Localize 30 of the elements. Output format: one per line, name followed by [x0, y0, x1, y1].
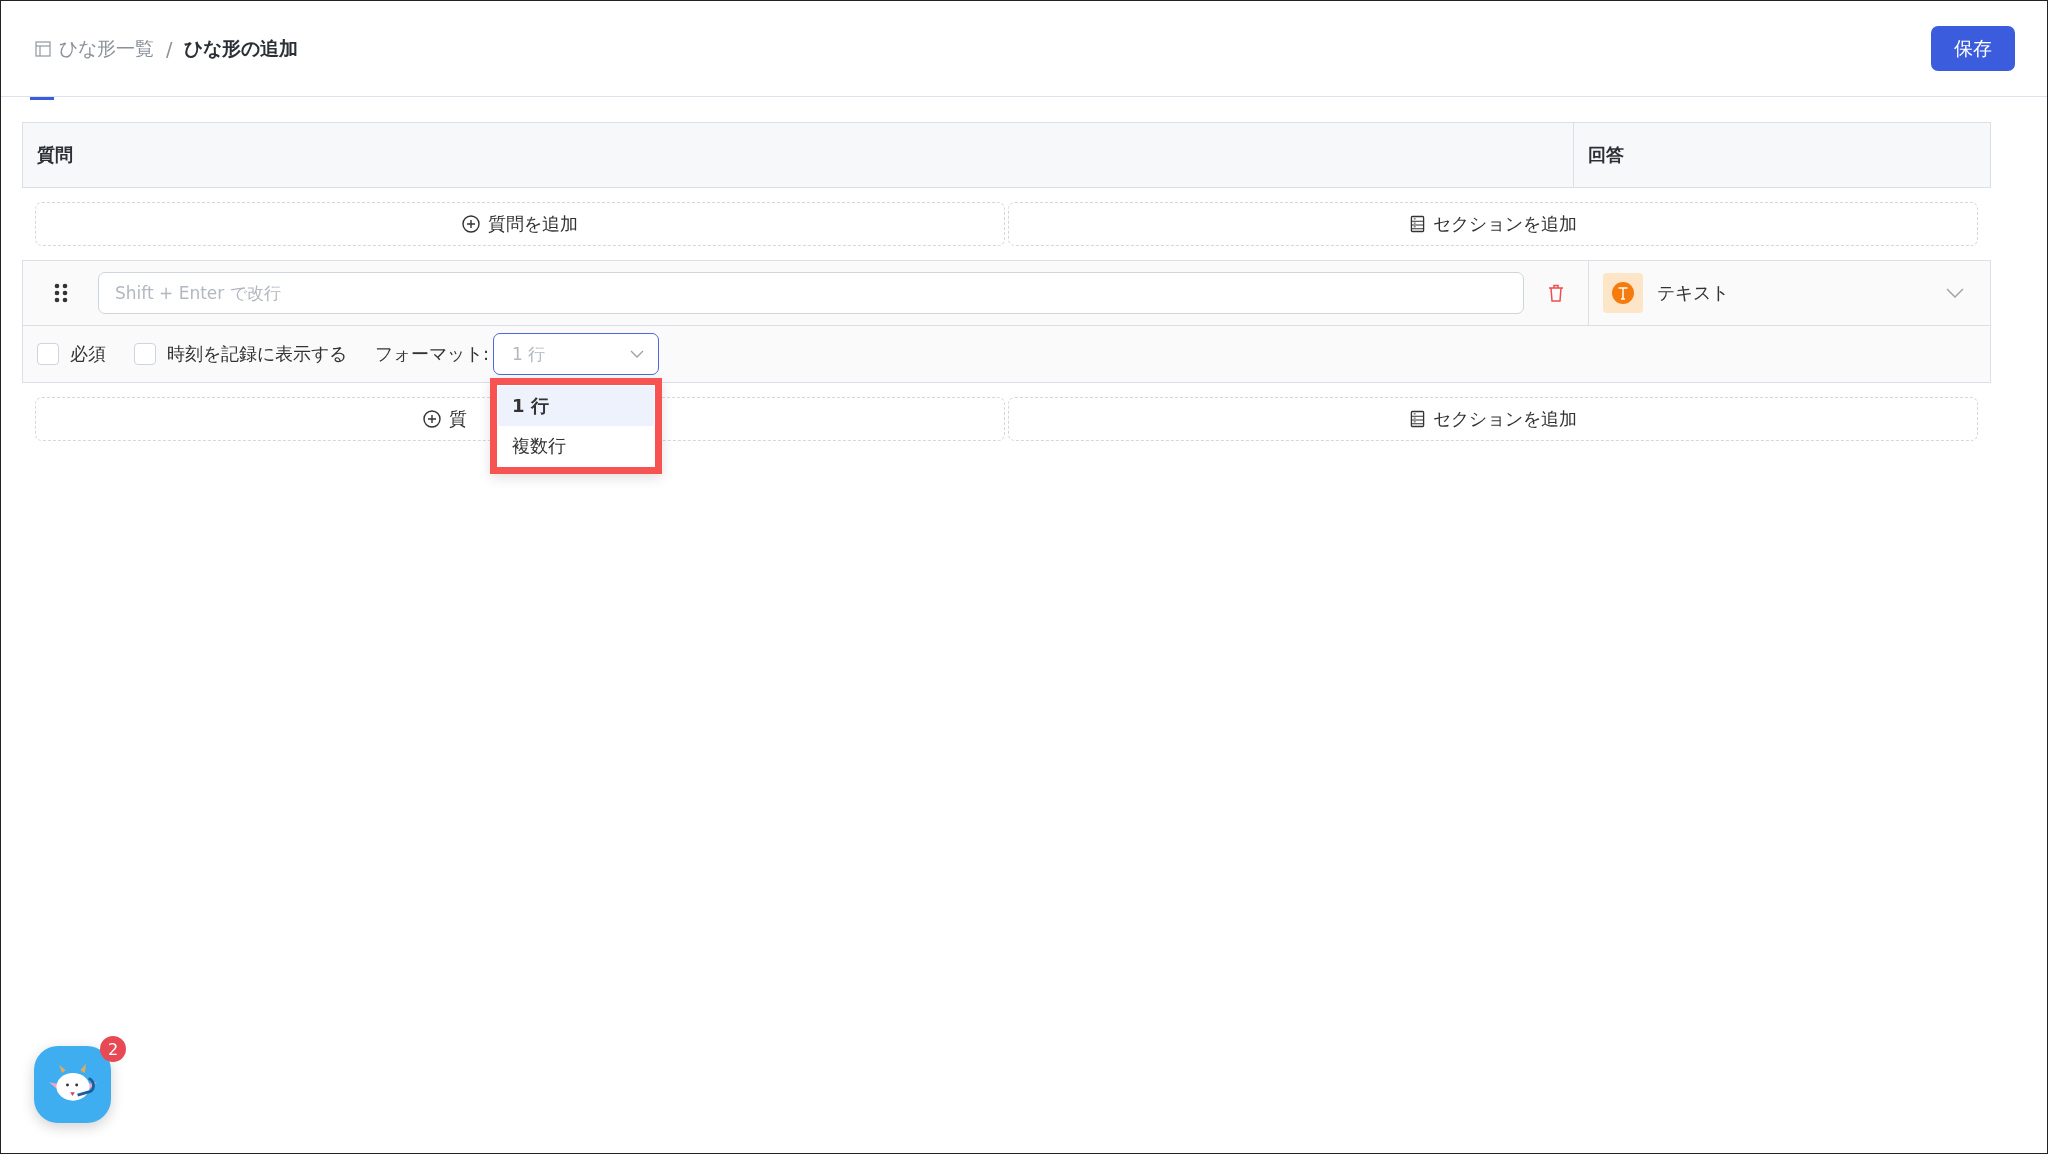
- chevron-down-icon: [630, 350, 645, 358]
- list-icon: [1409, 215, 1425, 233]
- question-input[interactable]: Shift + Enter で改行: [98, 272, 1524, 314]
- save-button[interactable]: 保存: [1931, 26, 2015, 71]
- page-title: ひな形の追加: [184, 35, 299, 61]
- answer-type-select[interactable]: テキスト: [1588, 261, 1990, 325]
- format-label: フォーマット:: [375, 342, 490, 366]
- checkbox[interactable]: [37, 343, 59, 365]
- list-icon: [1409, 410, 1425, 428]
- add-section-button[interactable]: セクションを追加: [1008, 202, 1978, 246]
- chat-button[interactable]: [34, 1046, 111, 1123]
- dropdown-option[interactable]: 1 行: [498, 386, 655, 426]
- plus-circle-icon: [462, 215, 480, 233]
- column-header: 回答: [1573, 123, 1990, 187]
- panel-icon: [35, 40, 51, 57]
- text-type-icon: [1603, 273, 1643, 313]
- add-question-button[interactable]: 質問を追加: [35, 202, 1005, 246]
- trash-icon[interactable]: [1548, 284, 1564, 302]
- checkbox-label: 時刻を記録に表示する: [167, 342, 347, 366]
- breadcrumb-separator: /: [166, 37, 173, 60]
- chevron-down-icon: [1946, 288, 1964, 298]
- checkbox[interactable]: [134, 343, 156, 365]
- add-section-button[interactable]: セクションを追加: [1008, 397, 1978, 441]
- tab-indicator: [30, 97, 54, 100]
- column-header: 質問: [36, 143, 74, 167]
- dropdown-option[interactable]: 複数行: [498, 426, 655, 466]
- checkbox-label: 必須: [70, 342, 106, 366]
- plus-circle-icon: [423, 410, 441, 428]
- drag-handle-icon[interactable]: [53, 283, 68, 303]
- notification-badge: 2: [100, 1036, 126, 1062]
